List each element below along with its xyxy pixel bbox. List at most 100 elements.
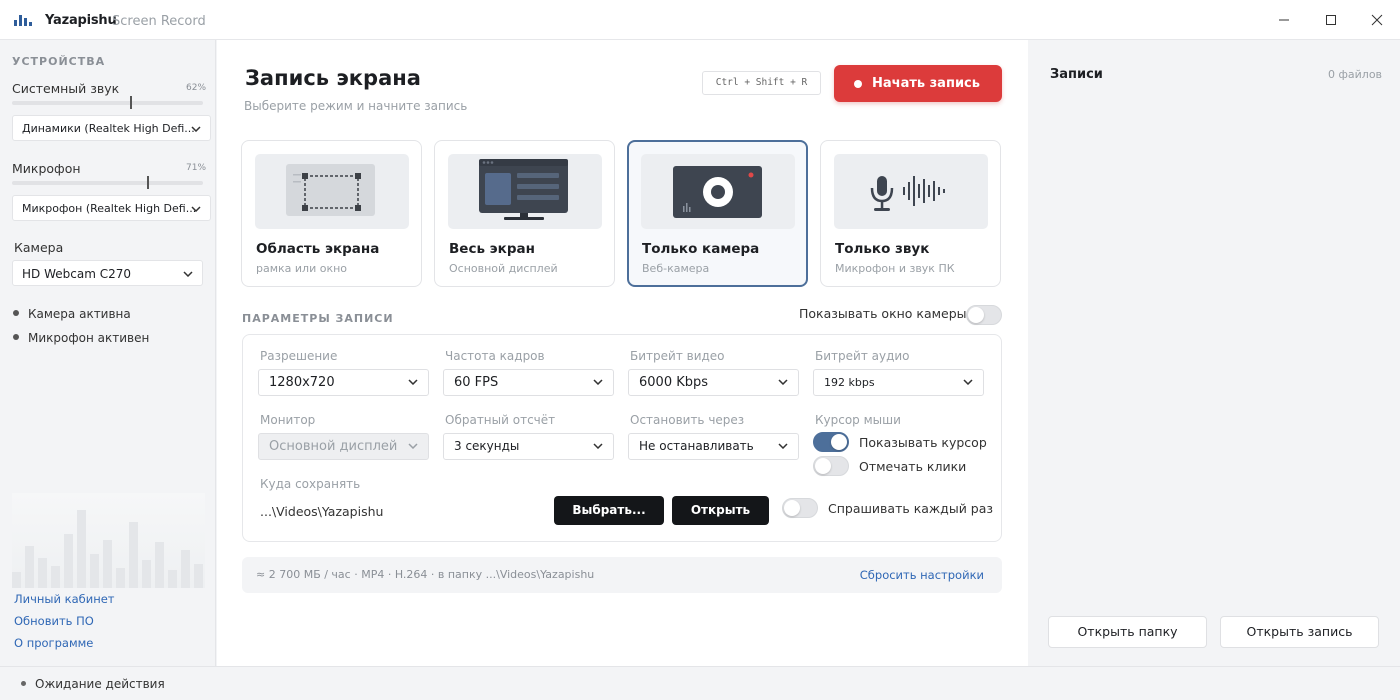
record-dot-icon (854, 80, 862, 88)
mark-clicks-toggle[interactable] (813, 456, 849, 476)
save-to-label: Куда сохранять (260, 477, 361, 491)
title-bar: Yazapishu Screen Record (0, 0, 1400, 40)
app-logo-icon (14, 15, 32, 26)
countdown-select[interactable]: 3 секунды (443, 433, 614, 460)
system-audio-label: Системный звук (12, 81, 120, 96)
account-link[interactable]: Личный кабинет (14, 592, 115, 606)
audio-bitrate-label: Битрейт аудио (815, 349, 910, 363)
mode-title: Только камера (642, 241, 760, 257)
microphone-device-select[interactable]: Микрофон (Realtek High Defi... (12, 195, 211, 221)
cursor-label: Курсор мыши (815, 413, 901, 427)
microphone-status: Микрофон активен (13, 331, 149, 345)
microphone-device-value: Микрофон (Realtek High Defi... (22, 202, 197, 215)
mode-subtitle: Веб-камера (642, 262, 710, 275)
status-bar: Ожидание действия (0, 666, 1400, 700)
page-title: Запись экрана (245, 66, 421, 90)
stop-after-value: Не останавливать (639, 439, 754, 453)
camera-status: Камера активна (13, 307, 131, 321)
fps-label: Частота кадров (445, 349, 545, 363)
devices-section-title: УСТРОЙСТВА (12, 55, 106, 68)
mode-card-region[interactable]: Область экрана рамка или окно (241, 140, 422, 287)
microphone-status-text: Микрофон активен (28, 331, 150, 345)
recordings-count: 0 файлов (1328, 68, 1383, 81)
toggle-knob (784, 500, 800, 516)
slider-thumb[interactable] (130, 96, 132, 109)
app-subtitle: Screen Record (112, 14, 206, 29)
audio-bitrate-value: 192 kbps (824, 376, 875, 389)
monitor-select: Основной дисплей (258, 433, 429, 460)
about-link[interactable]: О программе (14, 636, 93, 650)
speaker-device-select[interactable]: Динамики (Realtek High Defi... (12, 115, 211, 141)
mode-title: Область экрана (256, 241, 380, 257)
resolution-label: Разрешение (260, 349, 338, 363)
countdown-label: Обратный отсчёт (445, 413, 556, 427)
resolution-value: 1280x720 (269, 375, 335, 390)
mark-clicks-label: Отмечать клики (859, 459, 967, 474)
microphone-percent: 71% (186, 163, 207, 173)
slider-thumb[interactable] (147, 176, 149, 189)
show-camera-window-toggle[interactable] (966, 305, 1002, 325)
choose-folder-button[interactable]: Выбрать... (554, 496, 664, 525)
monitor-label: Монитор (260, 413, 316, 427)
audio-bitrate-select[interactable]: 192 kbps (813, 369, 984, 396)
open-folder-button[interactable]: Открыть (672, 496, 769, 525)
video-bitrate-select[interactable]: 6000 Kbps (628, 369, 799, 396)
chevron-down-icon (183, 271, 193, 277)
system-audio-slider[interactable] (12, 96, 203, 109)
chevron-down-icon (963, 379, 973, 385)
video-bitrate-value: 6000 Kbps (639, 375, 709, 390)
countdown-value: 3 секунды (454, 439, 520, 453)
summary-text: ≈ 2 700 МБ / час · MP4 · H.264 · в папку… (256, 568, 595, 581)
ask-each-time-toggle[interactable] (782, 498, 818, 518)
chevron-down-icon (408, 379, 418, 385)
camera-icon (641, 154, 795, 229)
mode-card-fullscreen[interactable]: Весь экран Основной дисплей (434, 140, 615, 287)
monitor-value: Основной дисплей (269, 439, 398, 454)
video-bitrate-label: Битрейт видео (630, 349, 725, 363)
chevron-down-icon (191, 126, 201, 132)
summary-bar: ≈ 2 700 МБ / час · MP4 · H.264 · в папку… (242, 557, 1002, 593)
status-text: Ожидание действия (35, 677, 165, 691)
open-record-button[interactable]: Открыть запись (1220, 616, 1379, 648)
region-select-icon (255, 154, 409, 229)
resolution-select[interactable]: 1280x720 (258, 369, 429, 396)
camera-label: Камера (14, 240, 64, 255)
reset-settings-link[interactable]: Сбросить настройки (860, 568, 984, 582)
microphone-slider[interactable] (12, 176, 203, 189)
ask-each-time-label: Спрашивать каждый раз (828, 501, 994, 516)
stop-after-select[interactable]: Не останавливать (628, 433, 799, 460)
open-folder-button-right[interactable]: Открыть папку (1048, 616, 1207, 648)
mode-subtitle: Микрофон и звук ПК (835, 262, 955, 275)
show-cursor-label: Показывать курсор (859, 435, 987, 450)
camera-device-select[interactable]: HD Webcam C270 (12, 260, 203, 286)
show-cursor-toggle[interactable] (813, 432, 849, 452)
audio-level-visualizer (12, 493, 205, 588)
chevron-down-icon (778, 379, 788, 385)
mode-card-audio[interactable]: Только звук Микрофон и звук ПК (820, 140, 1001, 287)
microphone-wave-icon (834, 154, 988, 229)
app-title: Yazapishu (45, 13, 117, 28)
chevron-down-icon (778, 443, 788, 449)
system-audio-percent: 62% (186, 83, 207, 93)
mode-subtitle: рамка или окно (256, 262, 348, 275)
recordings-panel (1029, 40, 1400, 666)
mode-card-camera[interactable]: Только камера Веб-камера (627, 140, 808, 287)
maximize-icon[interactable] (1323, 12, 1339, 28)
monitor-icon (448, 154, 602, 229)
update-link[interactable]: Обновить ПО (14, 614, 94, 628)
close-icon[interactable] (1369, 12, 1385, 28)
chevron-down-icon (593, 379, 603, 385)
toggle-knob (815, 458, 831, 474)
page-subtitle: Выберите режим и начните запись (244, 99, 468, 113)
camera-device-value: HD Webcam C270 (22, 267, 131, 281)
mode-title: Весь экран (449, 241, 535, 257)
start-recording-button[interactable]: Начать запись (834, 65, 1002, 102)
mode-title: Только звук (835, 241, 930, 257)
status-dot-icon (13, 310, 19, 316)
minimize-icon[interactable] (1276, 12, 1292, 28)
fps-select[interactable]: 60 FPS (443, 369, 614, 396)
microphone-label: Микрофон (12, 161, 81, 176)
fps-value: 60 FPS (454, 375, 499, 390)
camera-status-text: Камера активна (28, 307, 131, 321)
params-section-title: ПАРАМЕТРЫ ЗАПИСИ (242, 312, 394, 325)
